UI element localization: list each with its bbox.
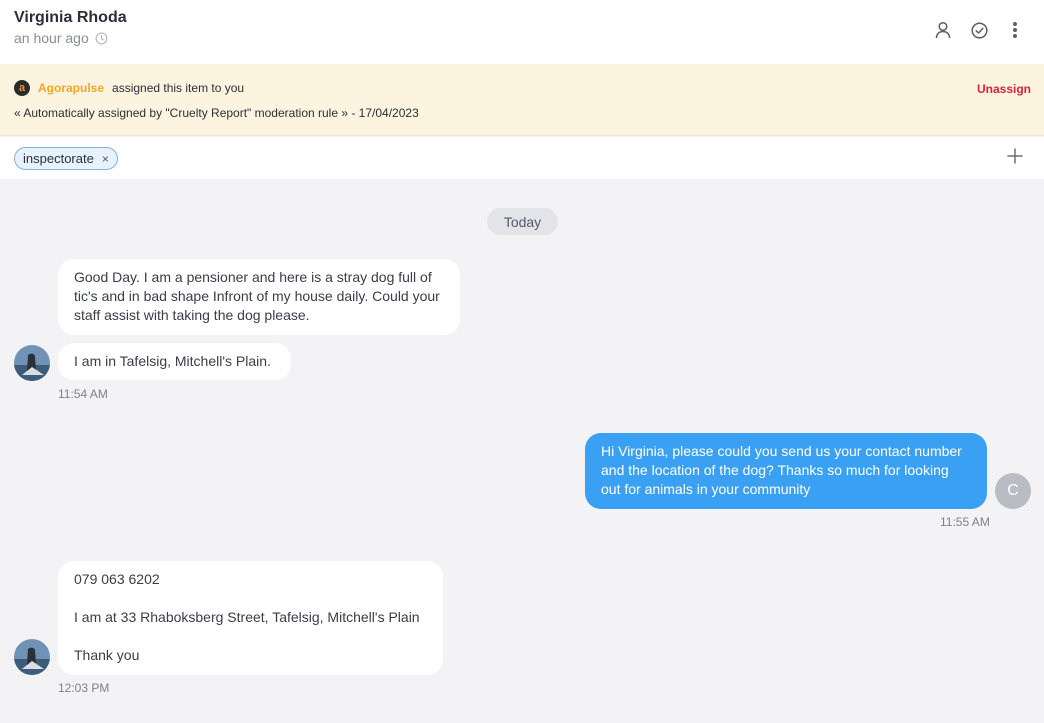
check-circle-icon — [970, 21, 988, 39]
assignment-line: a Agorapulse assigned this item to you — [14, 80, 244, 96]
contact-avatar[interactable] — [14, 345, 50, 381]
conversation-header: Virginia Rhoda an hour ago — [0, 0, 1044, 64]
message-timestamp: 11:54 AM — [58, 387, 108, 401]
remove-tag-close-icon[interactable]: × — [102, 152, 109, 166]
contact-photo — [14, 639, 50, 675]
incoming-message: Good Day. I am a pensioner and here is a… — [58, 259, 460, 335]
assignment-banner: a Agorapulse assigned this item to you «… — [0, 64, 1044, 136]
clock-icon — [95, 32, 108, 44]
outgoing-message: Hi Virginia, please could you send us yo… — [585, 433, 987, 509]
assigner-name: Agorapulse — [38, 81, 105, 95]
agorapulse-logo-icon: a — [14, 80, 30, 96]
auto-assign-note: « Automatically assigned by "Cruelty Rep… — [14, 106, 419, 120]
more-vertical-icon — [1013, 22, 1017, 38]
assign-user-button[interactable] — [934, 19, 952, 41]
mark-done-button[interactable] — [970, 19, 988, 41]
add-tag-plus-icon[interactable] — [1006, 147, 1024, 165]
contact-photo — [14, 345, 50, 381]
tag-label: inspectorate — [23, 151, 94, 166]
contact-name[interactable]: Virginia Rhoda — [14, 9, 127, 27]
unassign-button[interactable]: Unassign — [977, 82, 1031, 96]
assignment-text: assigned this item to you — [112, 81, 245, 95]
day-separator: Today — [487, 208, 558, 235]
message-timestamp: 11:55 AM — [940, 515, 990, 529]
incoming-message: I am in Tafelsig, Mitchell's Plain. — [58, 343, 291, 380]
message-line: 079 063 6202 — [74, 571, 160, 587]
contact-avatar[interactable] — [14, 639, 50, 675]
message-timestamp: 12:03 PM — [58, 681, 110, 695]
tag-chip[interactable]: inspectorate × — [14, 147, 118, 170]
user-icon — [935, 21, 951, 39]
message-line: Thank you — [74, 647, 140, 663]
message-line: I am at 33 Rhaboksberg Street, Tafelsig,… — [74, 609, 420, 625]
agent-avatar[interactable]: C — [995, 473, 1031, 509]
last-activity-text: an hour ago — [14, 30, 89, 46]
header-actions — [934, 19, 1024, 41]
more-options-button[interactable] — [1006, 19, 1024, 41]
incoming-message: 079 063 6202 I am at 33 Rhaboksberg Stre… — [58, 561, 443, 675]
last-activity: an hour ago — [14, 30, 108, 46]
tag-bar: inspectorate × — [0, 137, 1044, 179]
